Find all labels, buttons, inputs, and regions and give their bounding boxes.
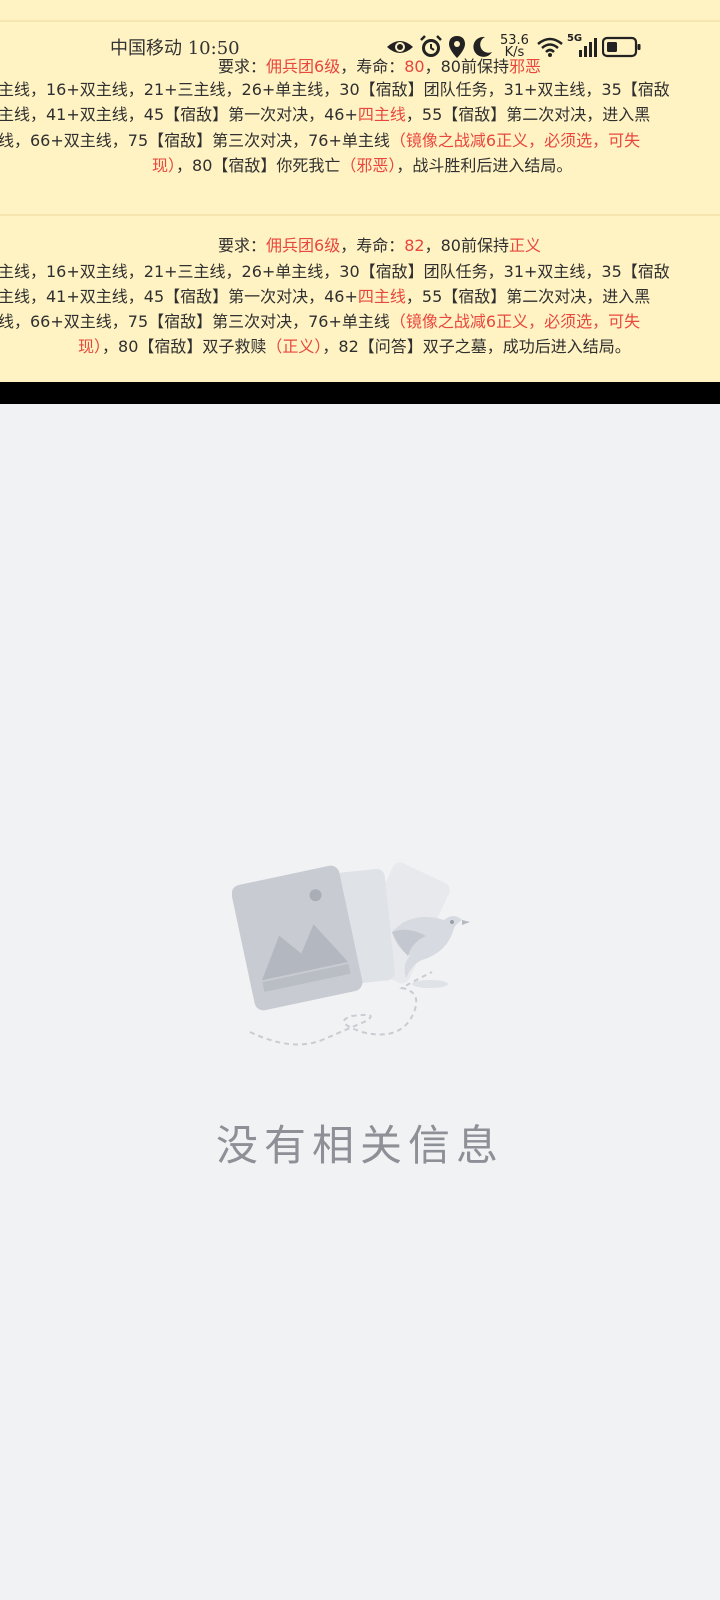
route-line: 主线，16+双主线，21+三主线，26+单主线，30【宿敌】团队任务，31+双主… xyxy=(0,262,670,281)
divider xyxy=(0,214,720,216)
req-alignment: 正义 xyxy=(508,236,541,255)
route-text: 主线，41+双主线，45【宿敌】第一次对决，46+ xyxy=(0,105,358,124)
route-highlight: （镜像之战减6正义，必须选，可失 xyxy=(389,131,641,150)
req-life-value: 82 xyxy=(404,236,425,255)
req-alignment: 邪恶 xyxy=(508,57,541,76)
route-highlight: 现） xyxy=(78,337,103,356)
req-prefix: 要求： xyxy=(218,236,267,255)
route-highlight: （邪恶） xyxy=(340,156,397,175)
content-image-region: 中国移动 10:50 53.6 K/s 5G 要求：佣兵团6级，寿命：80，80… xyxy=(0,0,720,382)
req-keep-label: ，80前保持 xyxy=(424,57,509,76)
req-keep-label: ，80前保持 xyxy=(424,236,509,255)
route-highlight: 四主线 xyxy=(357,287,406,306)
network-type: 5G xyxy=(566,33,583,44)
route-text: ，战斗胜利后进入结局。 xyxy=(396,156,573,175)
image-bottom-band xyxy=(0,382,720,404)
route-text: ，80【宿敌】你死我亡 xyxy=(176,156,341,175)
req-prefix: 要求： xyxy=(218,57,267,76)
alarm-icon xyxy=(419,35,443,59)
route-text: 线，66+双主线，75【宿敌】第三次对决，76+单主线 xyxy=(0,131,390,150)
empty-state-message: 没有相关信息 xyxy=(215,1121,504,1170)
requirement-line-2: 要求：佣兵团6级，寿命：82，80前保持正义 xyxy=(218,236,541,256)
route-text: 主线，41+双主线，45【宿敌】第一次对决，46+ xyxy=(0,287,358,306)
moon-icon xyxy=(471,36,493,58)
requirement-line-1: 要求：佣兵团6级，寿命：80，80前保持邪恶 xyxy=(218,57,541,77)
req-life-label: ，寿命： xyxy=(340,57,405,76)
signal-icon: 5G xyxy=(566,33,597,58)
empty-picture-bird-icon xyxy=(231,862,492,1082)
route-line: 现），80【宿敌】双子救赎（正义），82【问答】双子之墓，成功后进入结局。 xyxy=(78,337,631,357)
route-text: ，80【宿敌】双子救赎 xyxy=(102,337,267,356)
route-highlight: 四主线 xyxy=(357,105,406,124)
route-line: 主线，41+双主线，45【宿敌】第一次对决，46+四主线，55【宿敌】第二次对决… xyxy=(0,287,650,307)
route-highlight: 现） xyxy=(152,156,177,175)
route-highlight: （正义） xyxy=(266,337,323,356)
route-line: 现），80【宿敌】你死我亡（邪恶），战斗胜利后进入结局。 xyxy=(152,156,572,176)
route-line: 主线，16+双主线，21+三主线，26+单主线，30【宿敌】团队任务，31+双主… xyxy=(0,80,670,99)
route-text: ，82【问答】双子之墓，成功后进入结局。 xyxy=(322,337,631,356)
req-life-value: 80 xyxy=(404,57,425,76)
route-text: 线，66+双主线，75【宿敌】第三次对决，76+单主线 xyxy=(0,312,390,331)
route-highlight: （镜像之战减6正义，必须选，可失 xyxy=(389,312,641,331)
battery-icon xyxy=(601,36,642,58)
route-line: 线，66+双主线，75【宿敌】第三次对决，76+单主线（镜像之战减6正义，必须选… xyxy=(0,312,640,332)
route-line: 线，66+双主线，75【宿敌】第三次对决，76+单主线（镜像之战减6正义，必须选… xyxy=(0,131,640,151)
location-icon xyxy=(448,35,466,59)
divider xyxy=(0,20,720,22)
network-speed: 53.6 K/s xyxy=(500,34,529,59)
route-line: 主线，41+双主线，45【宿敌】第一次对决，46+四主线，55【宿敌】第二次对决… xyxy=(0,105,650,125)
req-group: 佣兵团6级 xyxy=(266,57,341,76)
route-text: ，55【宿敌】第二次对决，进入黑 xyxy=(405,105,651,124)
wifi-icon xyxy=(536,36,564,58)
eye-icon xyxy=(386,37,414,57)
req-group: 佣兵团6级 xyxy=(266,236,341,255)
route-text: ，55【宿敌】第二次对决，进入黑 xyxy=(405,287,651,306)
req-life-label: ，寿命： xyxy=(340,236,405,255)
